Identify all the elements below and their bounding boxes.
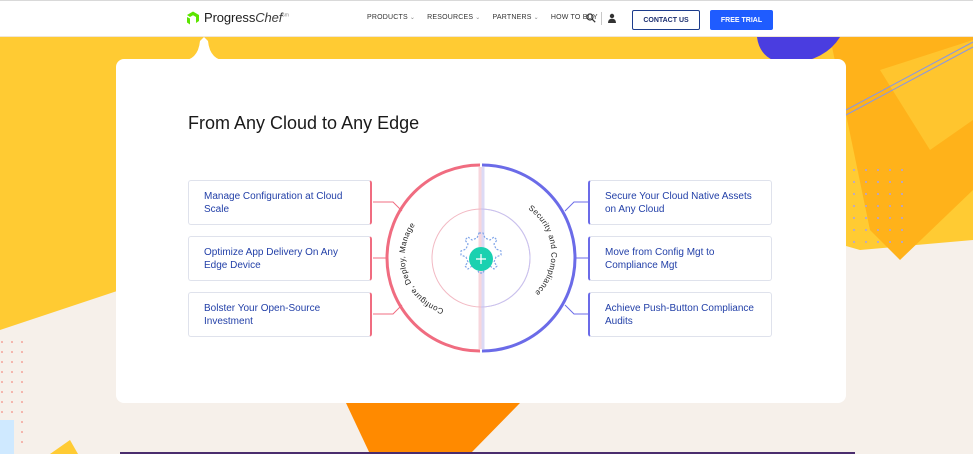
feature-manage-configuration[interactable]: Manage Configuration at Cloud Scale xyxy=(188,180,372,225)
contact-us-button[interactable]: CONTACT US xyxy=(632,10,700,30)
chevron-down-icon: ⌄ xyxy=(475,15,481,21)
nav-resources[interactable]: RESOURCES ⌄ xyxy=(427,14,480,21)
section-title: From Any Cloud to Any Edge xyxy=(188,113,420,133)
main-nav: PRODUCTS ⌄ RESOURCES ⌄ PARTNERS ⌄ HOW TO BU… xyxy=(367,14,598,21)
chevron-down-icon: ⌄ xyxy=(409,15,416,21)
outer-arc-right xyxy=(481,163,577,353)
progress-chef-logo[interactable]: ProgressChefsm xyxy=(187,10,289,25)
nav-products[interactable]: PRODUCTS ⌄ xyxy=(367,14,415,21)
feature-move-config-to-compliance[interactable]: Move from Config Mgt to Compliance Mgt xyxy=(588,236,772,281)
search-icon[interactable] xyxy=(586,13,596,23)
arc-label-right-text: Security and Compliance xyxy=(527,203,558,298)
feature-secure-cloud-native[interactable]: Secure Your Cloud Native Assets on Any C… xyxy=(588,180,772,225)
outer-arc-left xyxy=(385,163,481,353)
feature-bolster-open-source[interactable]: Bolster Your Open-Source Investment xyxy=(188,292,372,337)
card-notch xyxy=(180,37,228,61)
right-connectors xyxy=(564,201,588,315)
nav-partners[interactable]: PARTNERS ⌄ xyxy=(493,14,539,21)
plus-button[interactable] xyxy=(469,247,493,271)
progress-logo-icon xyxy=(187,11,199,24)
feature-card: From Any Cloud to Any Edge Manage Config… xyxy=(116,59,846,403)
user-icon[interactable] xyxy=(607,13,617,23)
nav-divider xyxy=(601,12,602,25)
arc-label-left: Configure, Deploy, Manage xyxy=(398,221,445,316)
top-navigation: ProgressChefsm PRODUCTS ⌄ RESOURCES ⌄ PART… xyxy=(0,0,973,37)
feature-optimize-app-delivery[interactable]: Optimize App Delivery On Any Edge Device xyxy=(188,236,372,281)
chevron-down-icon: ⌄ xyxy=(533,15,539,21)
arc-label-right: Security and Compliance xyxy=(527,203,559,298)
free-trial-button[interactable]: FREE TRIAL xyxy=(710,10,773,30)
cloud-edge-diagram: Configure, Deploy, Manage Security and C… xyxy=(373,163,588,353)
arc-label-left-text: Configure, Deploy, Manage xyxy=(398,221,445,316)
feature-push-button-audits[interactable]: Achieve Push-Button Compliance Audits xyxy=(588,292,772,337)
logo-text: ProgressChefsm xyxy=(204,10,289,25)
left-connectors xyxy=(373,201,403,315)
